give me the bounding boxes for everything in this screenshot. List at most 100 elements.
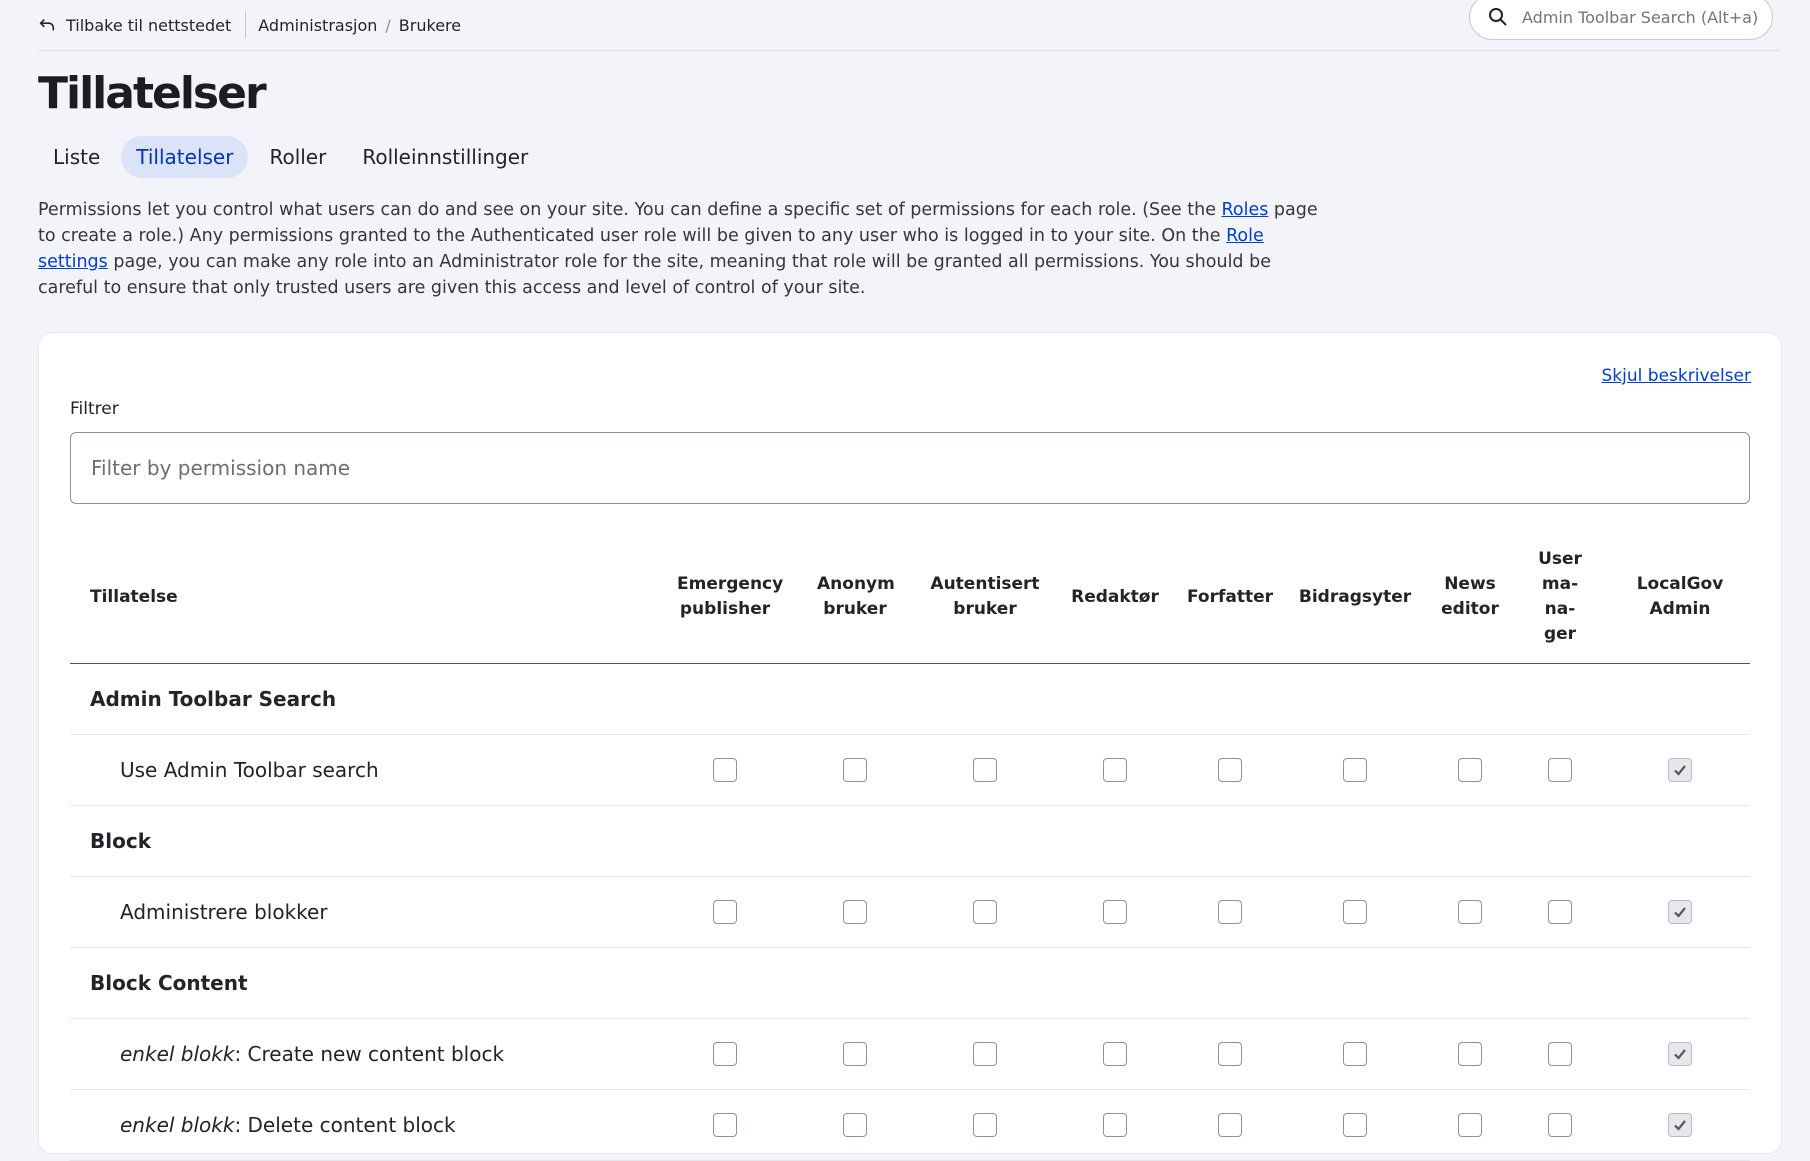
- permission-checkbox[interactable]: [1343, 900, 1367, 924]
- permission-cell: [1280, 876, 1430, 948]
- permission-checkbox[interactable]: [1218, 1113, 1242, 1137]
- permission-checkbox[interactable]: [973, 1042, 997, 1066]
- permission-checkbox[interactable]: [843, 1113, 867, 1137]
- role-header-localgov-admin: LocalGov Admin: [1610, 531, 1750, 664]
- tabs: Liste Tillatelser Roller Rolleinnstillin…: [38, 136, 543, 178]
- filter-input[interactable]: [70, 432, 1750, 504]
- permission-checkbox[interactable]: [1548, 1113, 1572, 1137]
- permission-checkbox[interactable]: [973, 758, 997, 782]
- page-title: Tillatelser: [38, 68, 267, 119]
- breadcrumb-brukere[interactable]: Brukere: [399, 16, 461, 35]
- permission-checkbox: [1668, 1042, 1692, 1066]
- permission-checkbox[interactable]: [1103, 1113, 1127, 1137]
- permission-name: enkel blokk: Create new content block: [70, 1018, 660, 1090]
- permission-cell: [790, 876, 920, 948]
- permission-cell: [1180, 734, 1280, 806]
- permission-cell: [1050, 1089, 1180, 1161]
- permission-checkbox[interactable]: [1343, 758, 1367, 782]
- permission-cell: [1430, 1018, 1510, 1090]
- role-header-label: Anonym bruker: [817, 574, 895, 619]
- role-header-label: User ma­na­ger: [1538, 549, 1582, 644]
- permission-checkbox[interactable]: [1218, 1042, 1242, 1066]
- permission-cell: [1180, 876, 1280, 948]
- permission-checkbox[interactable]: [1548, 900, 1572, 924]
- permission-group-row: Block: [70, 805, 1750, 877]
- permission-cell: [1050, 1018, 1180, 1090]
- permission-checkbox[interactable]: [1103, 758, 1127, 782]
- roles-link[interactable]: Roles: [1222, 200, 1269, 220]
- back-to-site-label: Tilbake til nettstedet: [66, 15, 232, 35]
- top-bar: Tilbake til nettstedet Administrasjon / …: [38, 0, 1780, 51]
- permission-cell: [1050, 876, 1180, 948]
- tab-liste[interactable]: Liste: [38, 136, 115, 178]
- back-to-site-link[interactable]: Tilbake til nettstedet: [38, 12, 247, 38]
- role-header-redaktor: Redaktør: [1050, 531, 1180, 664]
- permission-cell: [790, 734, 920, 806]
- role-header-forfatter: Forfatter: [1180, 531, 1280, 664]
- permission-group-name: Block: [70, 805, 1750, 877]
- permission-cell: [920, 876, 1050, 948]
- permission-checkbox[interactable]: [1343, 1113, 1367, 1137]
- role-header-label: Bidragsyter: [1298, 586, 1412, 607]
- permission-group-name: Block Content: [70, 947, 1750, 1019]
- checkmark-icon: [1674, 907, 1686, 918]
- back-arrow-icon: [39, 19, 55, 31]
- breadcrumb-separator: /: [385, 15, 391, 35]
- permission-cell: [1430, 734, 1510, 806]
- permission-cell: [1510, 876, 1610, 948]
- permission-cell: [1050, 734, 1180, 806]
- permission-checkbox[interactable]: [1103, 1042, 1127, 1066]
- role-header-label: LocalGov Admin: [1636, 574, 1724, 619]
- tab-rolleinnstillinger[interactable]: Rolleinnstillinger: [347, 136, 543, 178]
- permission-checkbox[interactable]: [1548, 758, 1572, 782]
- role-header-bidragsyter: Bidragsyter: [1280, 531, 1430, 664]
- admin-toolbar-search-input[interactable]: [1520, 6, 1764, 28]
- permission-group-row: Block Content: [70, 947, 1750, 1019]
- permission-checkbox[interactable]: [1218, 900, 1242, 924]
- permission-checkbox[interactable]: [1218, 758, 1242, 782]
- description-text: page, you can make any role into an Admi…: [38, 252, 1271, 298]
- permission-checkbox[interactable]: [1343, 1042, 1367, 1066]
- permission-cell: [1610, 1018, 1750, 1090]
- permission-label: Use Admin Toolbar search: [120, 758, 379, 782]
- role-header-label: News editor: [1441, 574, 1499, 619]
- admin-toolbar-search[interactable]: [1469, 0, 1773, 40]
- permission-checkbox[interactable]: [713, 1042, 737, 1066]
- tab-tillatelser[interactable]: Tillatelser: [121, 136, 249, 178]
- permission-column-header: Tillatelse: [70, 531, 660, 664]
- permission-cell: [660, 876, 790, 948]
- permission-checkbox[interactable]: [713, 900, 737, 924]
- description-text: Permissions let you control what users c…: [38, 200, 1222, 220]
- hide-descriptions-link[interactable]: Skjul beskrivelser: [1602, 366, 1751, 386]
- permission-checkbox[interactable]: [1458, 1042, 1482, 1066]
- permission-cell: [920, 734, 1050, 806]
- permission-cell: [790, 1089, 920, 1161]
- permission-cell: [1280, 1089, 1430, 1161]
- permission-row: enkel blokk: Delete content block: [70, 1089, 1750, 1161]
- permission-checkbox[interactable]: [1548, 1042, 1572, 1066]
- permission-checkbox[interactable]: [843, 1042, 867, 1066]
- permission-row: enkel blokk: Create new content block: [70, 1018, 1750, 1090]
- role-header-news-editor: News editor: [1430, 531, 1510, 664]
- permission-checkbox[interactable]: [843, 900, 867, 924]
- permission-group-name: Admin Toolbar Search: [70, 663, 1750, 735]
- role-header-anonym-bruker: Anonym bruker: [790, 531, 920, 664]
- permission-checkbox[interactable]: [973, 900, 997, 924]
- permission-checkbox[interactable]: [1458, 1113, 1482, 1137]
- permission-name: Administrere blokker: [70, 876, 660, 948]
- permission-checkbox[interactable]: [713, 758, 737, 782]
- permission-checkbox[interactable]: [1458, 900, 1482, 924]
- breadcrumb-administrasjon[interactable]: Administrasjon: [258, 16, 377, 35]
- permission-bundle-name: enkel blokk: [120, 1042, 235, 1066]
- tab-roller[interactable]: Roller: [254, 136, 341, 178]
- permissions-panel: Skjul beskrivelser Filtrer Tillatelse Em…: [38, 332, 1782, 1161]
- permission-checkbox[interactable]: [713, 1113, 737, 1137]
- permission-checkbox[interactable]: [973, 1113, 997, 1137]
- permission-checkbox[interactable]: [1458, 758, 1482, 782]
- permission-cell: [1280, 1018, 1430, 1090]
- permission-checkbox[interactable]: [1103, 900, 1127, 924]
- permission-checkbox[interactable]: [843, 758, 867, 782]
- filter-label: Filtrer: [70, 399, 119, 419]
- permission-cell: [660, 734, 790, 806]
- permission-bundle-name: enkel blokk: [120, 1113, 235, 1137]
